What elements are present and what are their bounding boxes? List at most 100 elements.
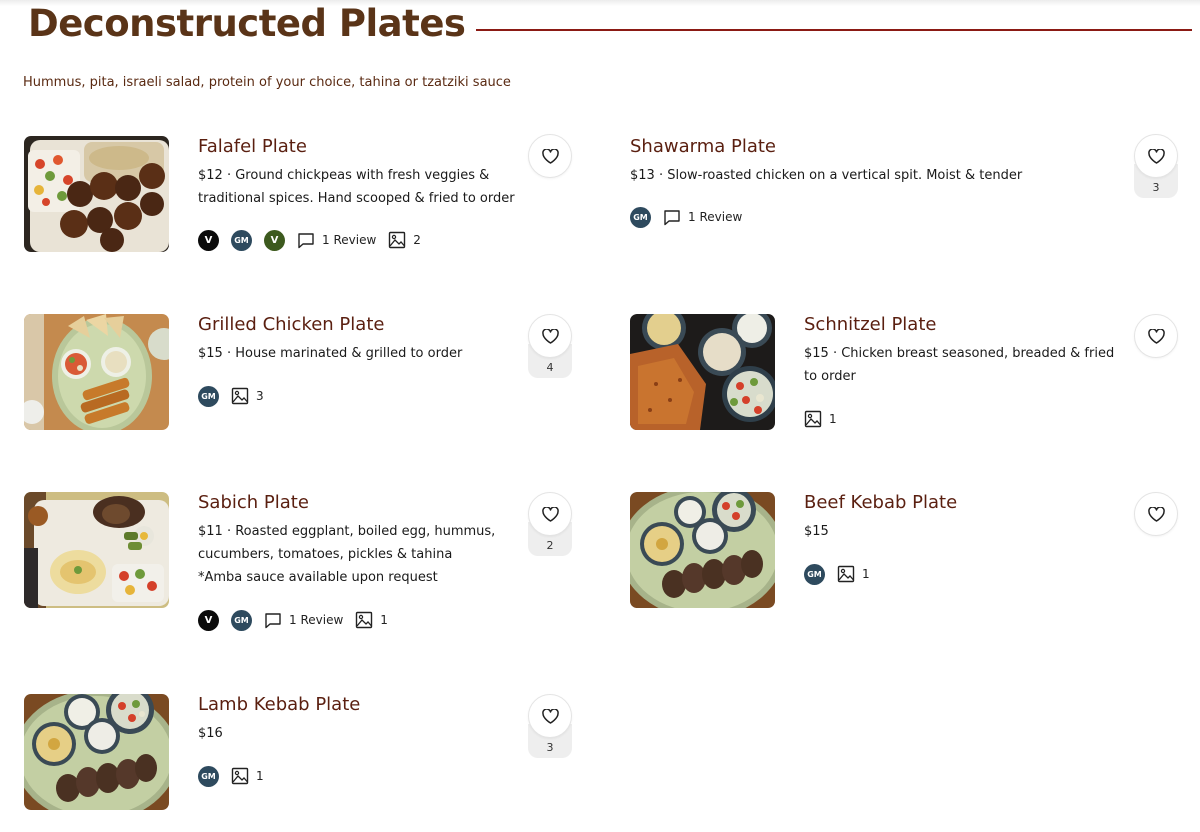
section-description: Hummus, pita, israeli salad, protein of … [23, 75, 511, 90]
photos-link[interactable]: 1 [355, 611, 388, 629]
item-price: $15 [804, 346, 829, 361]
photos-link[interactable]: 1 [837, 565, 870, 583]
sabich-plate-photo[interactable] [24, 492, 169, 608]
price-separator: · [222, 346, 236, 361]
favorite-control: 4 [528, 314, 572, 378]
heart-icon [1147, 328, 1165, 344]
favorite-control [528, 134, 572, 178]
grilled-chicken-plate-photo[interactable] [24, 314, 169, 430]
reviews-count: 1 Review [322, 233, 377, 247]
description-line: $12 · Ground chickpeas with fresh veggie… [198, 164, 518, 187]
item-name[interactable]: Shawarma Plate [630, 136, 776, 157]
price-separator: · [222, 524, 236, 539]
price-separator: · [828, 346, 842, 361]
description-text: Ground chickpeas with fresh veggies & [235, 168, 490, 183]
item-description: $15 · House marinated & grilled to order [198, 342, 518, 365]
item-description: $13 · Slow-roasted chicken on a vertical… [630, 164, 1070, 187]
image-icon [231, 767, 249, 785]
photos-count: 3 [256, 389, 264, 403]
description-line: $11 · Roasted eggplant, boiled egg, humm… [198, 520, 518, 543]
item-price: $11 [198, 524, 223, 539]
item-meta: GM 1 [804, 563, 870, 585]
item-meta: GM 1 [198, 765, 264, 787]
image-icon [389, 231, 406, 249]
lamb-kebab-plate-photo[interactable] [24, 694, 169, 810]
beef-kebab-plate-photo[interactable] [630, 492, 775, 608]
section-title: Deconstructed Plates [28, 2, 466, 45]
gluten-minded-badge: GM [231, 229, 252, 251]
description-line: $15 · Chicken breast seasoned, breaded &… [804, 342, 1124, 365]
description-line: *Amba sauce available upon request [198, 570, 438, 585]
price-separator: · [222, 168, 236, 183]
item-name[interactable]: Lamb Kebab Plate [198, 694, 360, 715]
heart-icon [1147, 506, 1165, 522]
description-line: $15 · House marinated & grilled to order [198, 342, 518, 365]
heart-icon [541, 506, 559, 522]
item-description: $12 · Ground chickpeas with fresh veggie… [198, 164, 518, 210]
review-icon [298, 232, 314, 248]
heart-icon [541, 708, 559, 724]
photos-count: 1 [380, 613, 388, 627]
photos-count: 1 [256, 769, 264, 783]
image-icon [356, 611, 373, 629]
favorite-button[interactable] [528, 134, 572, 178]
image-icon [231, 387, 249, 405]
favorite-control: 3 [528, 694, 572, 758]
item-name[interactable]: Falafel Plate [198, 136, 307, 157]
reviews-link[interactable]: 1 Review [264, 612, 343, 629]
review-icon [664, 209, 680, 225]
favorite-button[interactable] [528, 314, 572, 358]
favorite-control [1134, 492, 1178, 536]
item-name[interactable]: Beef Kebab Plate [804, 492, 957, 513]
falafel-plate-photo[interactable] [24, 136, 169, 252]
vegetarian-badge: V [198, 609, 219, 631]
photos-link[interactable]: 2 [388, 231, 421, 249]
photos-link[interactable]: 3 [231, 387, 264, 405]
item-description: $15 [804, 520, 1124, 543]
favorite-button[interactable] [1134, 314, 1178, 358]
photos-count: 1 [829, 412, 837, 426]
menu-item-lamb-kebab-plate[interactable]: Lamb Kebab Plate $16 GM 1 3 [24, 694, 584, 824]
gluten-minded-badge: GM [198, 765, 219, 787]
gluten-minded-badge: GM [231, 609, 252, 631]
item-name[interactable]: Sabich Plate [198, 492, 309, 513]
item-description: $15 · Chicken breast seasoned, breaded &… [804, 342, 1124, 388]
item-meta: V GM V 1 Review 2 [198, 229, 421, 251]
heart-icon [1147, 148, 1165, 164]
menu-item-grilled-chicken-plate[interactable]: Grilled Chicken Plate $15 · House marina… [24, 314, 584, 444]
gluten-minded-badge: GM [630, 206, 651, 228]
favorite-control [1134, 314, 1178, 358]
schnitzel-plate-photo[interactable] [630, 314, 775, 430]
favorite-button[interactable] [1134, 492, 1178, 536]
item-name[interactable]: Schnitzel Plate [804, 314, 936, 335]
description-line: traditional spices. Hand scooped & fried… [198, 191, 515, 206]
item-meta: GM 3 [198, 385, 264, 407]
item-name[interactable]: Grilled Chicken Plate [198, 314, 384, 335]
item-price: $15 [804, 524, 829, 539]
photos-link[interactable]: 1 [804, 410, 837, 428]
menu-item-beef-kebab-plate[interactable]: Beef Kebab Plate $15 GM 1 [630, 492, 1190, 622]
menu-item-shawarma-plate[interactable]: Shawarma Plate $13 · Slow-roasted chicke… [630, 134, 1190, 266]
item-description: $16 [198, 722, 518, 745]
description-line: cucumbers, tomatoes, pickles & tahina [198, 547, 453, 562]
reviews-link[interactable]: 1 Review [297, 232, 376, 249]
item-price: $16 [198, 726, 223, 741]
gluten-minded-badge: GM [804, 563, 825, 585]
heart-icon [541, 328, 559, 344]
menu-item-sabich-plate[interactable]: Sabich Plate $11 · Roasted eggplant, boi… [24, 492, 584, 631]
description-text: Slow-roasted chicken on a vertical spit.… [667, 168, 1023, 183]
reviews-count: 1 Review [289, 613, 344, 627]
photos-link[interactable]: 1 [231, 767, 264, 785]
image-icon [804, 410, 822, 428]
item-price: $15 [198, 346, 223, 361]
reviews-count: 1 Review [688, 210, 743, 224]
reviews-link[interactable]: 1 Review [663, 209, 742, 226]
favorite-button[interactable] [1134, 134, 1178, 178]
favorite-button[interactable] [528, 694, 572, 738]
favorite-button[interactable] [528, 492, 572, 536]
photos-count: 2 [413, 233, 421, 247]
description-text: Chicken breast seasoned, breaded & fried [841, 346, 1115, 361]
menu-item-falafel-plate[interactable]: Falafel Plate $12 · Ground chickpeas wit… [24, 134, 584, 266]
item-description: $11 · Roasted eggplant, boiled egg, humm… [198, 520, 518, 589]
menu-item-schnitzel-plate[interactable]: Schnitzel Plate $15 · Chicken breast sea… [630, 314, 1190, 444]
